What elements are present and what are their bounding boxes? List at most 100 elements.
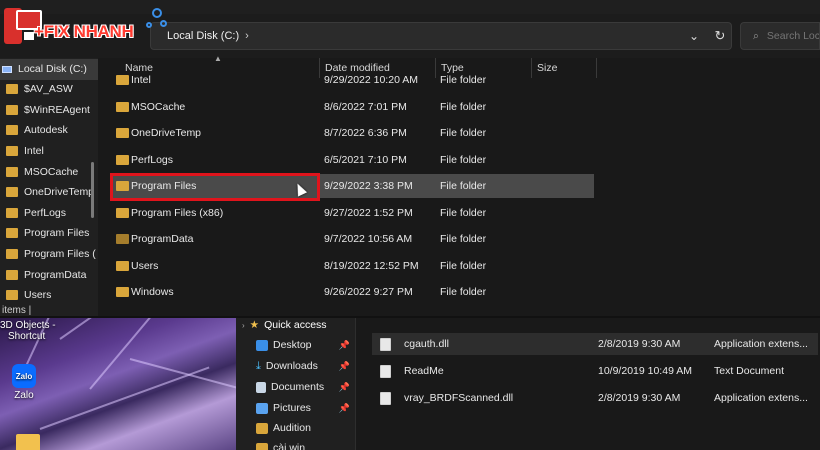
column-divider[interactable] — [596, 58, 597, 78]
file-date: 9/7/2022 10:56 AM — [324, 233, 413, 245]
breadcrumb-chevron-icon[interactable]: › — [245, 30, 249, 42]
nav-item-audition[interactable]: Audition — [242, 418, 354, 438]
nav-item-program-files[interactable]: Program Files — [0, 223, 98, 244]
wallpaper-streak — [89, 318, 181, 390]
file-type: File folder — [440, 74, 487, 86]
wallpaper-streak — [59, 318, 192, 340]
file-type: File folder — [440, 180, 487, 192]
nav-item-desktop[interactable]: Desktop 📌 — [242, 335, 354, 355]
text-file-icon — [380, 364, 391, 378]
nav-item-label: Pictures — [273, 402, 311, 414]
nav-item-label: MSOCache — [24, 165, 79, 178]
refresh-icon[interactable]: ↻ — [710, 26, 730, 46]
nav-item-label: cài win — [273, 442, 306, 450]
file-type: Text Document — [714, 365, 785, 377]
file-type: File folder — [440, 286, 487, 298]
nav-item-pictures[interactable]: Pictures 📌 — [242, 398, 354, 418]
folder-icon — [16, 434, 40, 450]
file-date: 10/9/2019 10:49 AM — [598, 365, 692, 377]
nav-item-programdata[interactable]: ProgramData — [0, 264, 98, 285]
nav-item-downloads[interactable]: ⤓ Downloads 📌 — [242, 356, 354, 376]
pictures-icon — [256, 402, 268, 414]
folder-icon — [6, 207, 18, 218]
nav-item-onedrivetemp[interactable]: OneDriveTemp — [0, 182, 98, 203]
desktop-icon — [256, 339, 268, 351]
file-date: 8/7/2022 6:36 PM — [324, 127, 407, 139]
nav-item-msocache[interactable]: MSOCache — [0, 161, 98, 182]
zalo-label: Zalo — [14, 390, 34, 401]
nav-item-cai-win[interactable]: cài win — [242, 438, 354, 450]
table-row-selected[interactable]: cgauth.dll 2/8/2019 9:30 AM Application … — [372, 333, 818, 355]
nav-item-users[interactable]: Users — [0, 285, 98, 306]
file-type: File folder — [440, 153, 487, 166]
file-name: OneDriveTemp — [131, 127, 202, 139]
table-row[interactable]: vray_BRDFScanned.dll 2/8/2019 9:30 AM Ap… — [372, 387, 818, 409]
pin-icon[interactable]: 📌 — [339, 340, 350, 351]
table-row[interactable]: PerfLogs 6/5/2021 7:10 PM File folder — [110, 148, 594, 172]
file-date: 8/19/2022 12:52 PM — [324, 259, 419, 272]
search-input[interactable] — [766, 30, 819, 42]
file-type: File folder — [440, 259, 487, 272]
logo-stand — [24, 32, 34, 40]
file-type: File folder — [440, 100, 487, 113]
nav-item-local-disk[interactable]: Local Disk (C:) — [0, 59, 98, 80]
folder-icon — [6, 104, 18, 115]
chevron-down-icon[interactable]: ⌄ — [684, 26, 704, 46]
folder-icon — [116, 207, 129, 218]
nav-item-label: $WinREAgent — [24, 103, 90, 116]
pin-icon[interactable]: 📌 — [339, 403, 350, 414]
nav-item-documents[interactable]: Documents 📌 — [242, 377, 354, 397]
star-icon: ★ — [249, 319, 260, 331]
breadcrumb-local-disk[interactable]: Local Disk (C:) — [167, 30, 239, 42]
nav-item-program-files-x86[interactable]: Program Files ( — [0, 244, 98, 265]
nav-item-intel[interactable]: Intel — [0, 141, 98, 162]
desktop-shortcut-3d-objects[interactable]: 3D Objects - Shortcut — [0, 320, 56, 342]
file-date: 9/26/2022 9:27 PM — [324, 286, 413, 298]
table-row[interactable]: Windows 9/26/2022 9:27 PM File folder — [110, 280, 594, 304]
folder-icon — [6, 84, 18, 95]
folder-icon — [116, 234, 129, 244]
folder-icon — [6, 290, 18, 301]
pin-icon[interactable]: 📌 — [339, 382, 350, 393]
nav-scrollbar[interactable] — [91, 162, 94, 218]
file-date: 9/29/2022 10:20 AM — [324, 74, 418, 86]
search-box[interactable]: ⌕ — [740, 22, 820, 50]
table-row[interactable]: ProgramData 9/7/2022 10:56 AM File folde… — [110, 227, 594, 251]
download-icon: ⤓ — [256, 359, 261, 372]
nav-item-winreagent[interactable]: $WinREAgent — [0, 100, 98, 121]
folder-icon — [256, 442, 268, 450]
table-row[interactable]: Program Files (x86) 9/27/2022 1:52 PM Fi… — [110, 201, 594, 225]
table-row[interactable]: Intel 9/29/2022 10:20 AM File folder — [110, 68, 594, 92]
file-name: Program Files (x86) — [131, 206, 224, 219]
zalo-icon: Zalo — [12, 364, 36, 388]
nav-item-av-asw[interactable]: $AV_ASW — [0, 79, 98, 100]
file-type: File folder — [440, 127, 487, 139]
file-date: 9/27/2022 1:52 PM — [324, 206, 413, 219]
file-type: File folder — [440, 233, 487, 245]
file-type: Application extens... — [714, 338, 808, 350]
table-row[interactable]: Users 8/19/2022 12:52 PM File folder — [110, 254, 594, 278]
desktop-wallpaper: 3D Objects - Shortcut Zalo Zalo — [0, 318, 236, 450]
nav-item-quick-access[interactable]: › ★ Quick access — [242, 315, 354, 335]
file-name: vray_BRDFScanned.dll — [404, 392, 514, 404]
nav-item-perflogs[interactable]: PerfLogs — [0, 203, 98, 224]
desktop-folder[interactable] — [16, 434, 40, 450]
table-row[interactable]: OneDriveTemp 8/7/2022 6:36 PM File folde… — [110, 121, 594, 145]
table-row[interactable]: ReadMe 10/9/2019 10:49 AM Text Document — [372, 360, 818, 382]
pin-icon[interactable]: 📌 — [339, 361, 350, 372]
desktop-shortcut-zalo[interactable]: Zalo Zalo — [12, 364, 36, 401]
shortcut-label-top: 3D Objects - — [0, 320, 56, 331]
nav-item-label: Autodesk — [24, 124, 68, 137]
folder-icon — [6, 166, 18, 177]
documents-icon — [256, 381, 266, 393]
nav-item-label: Audition — [273, 422, 311, 434]
table-row[interactable]: MSOCache 8/6/2022 7:01 PM File folder — [110, 95, 594, 119]
folder-icon — [6, 269, 18, 280]
nav-item-autodesk[interactable]: Autodesk — [0, 120, 98, 141]
nav-item-label: Quick access — [264, 319, 327, 331]
search-icon: ⌕ — [753, 29, 759, 42]
folder-icon — [6, 228, 18, 239]
explorer-window: Local Disk (C:) › ⌄ ↻ ⌕ +FIX NHANH Local… — [0, 0, 820, 318]
file-date: 9/29/2022 3:38 PM — [324, 180, 413, 192]
address-bar[interactable]: Local Disk (C:) › — [150, 22, 732, 50]
